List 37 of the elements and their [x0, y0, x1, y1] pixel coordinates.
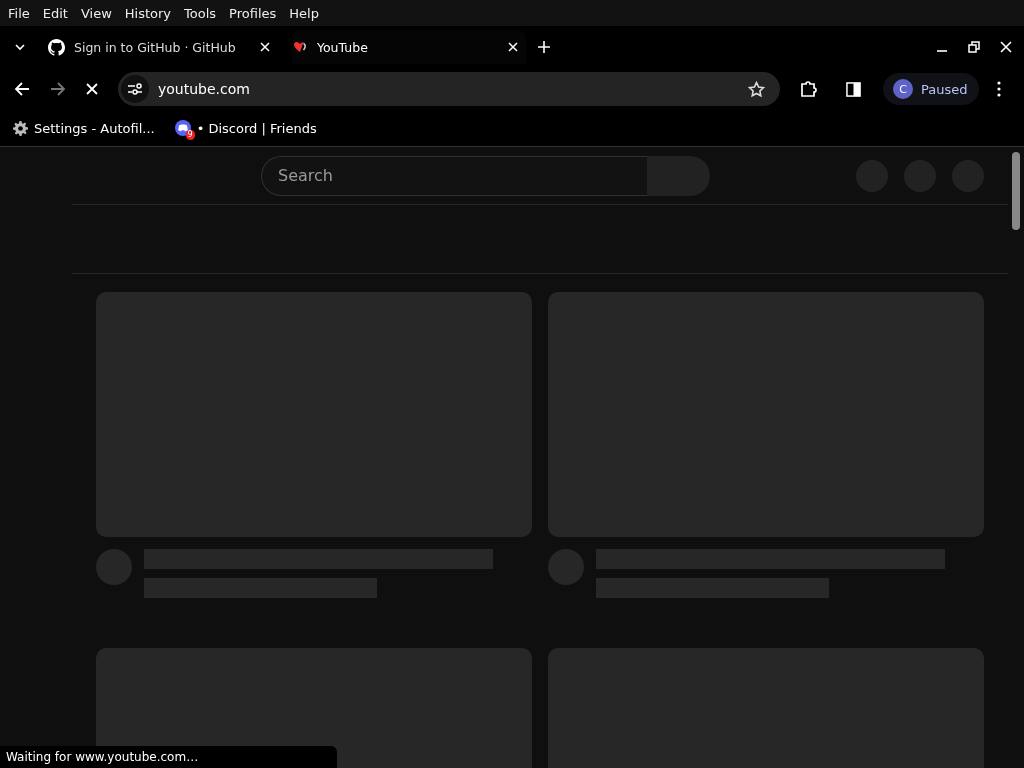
menu-item[interactable]: Tools	[184, 5, 217, 21]
menu-item[interactable]: Help	[289, 5, 319, 21]
close-icon[interactable]	[260, 42, 270, 52]
status-bubble: Waiting for www.youtube.com…	[0, 746, 337, 768]
avatar-placeholder	[96, 549, 132, 585]
bookmark[interactable]: Settings - Autofil...	[13, 120, 155, 136]
chevron-down-icon[interactable]	[14, 41, 26, 53]
star-icon[interactable]	[748, 80, 765, 98]
puzzle-icon[interactable]	[800, 80, 818, 98]
profile-button[interactable]: C Paused	[883, 73, 980, 105]
gear-icon	[13, 120, 28, 136]
close-icon[interactable]	[1000, 41, 1012, 53]
menu-item[interactable]: Edit	[42, 5, 68, 21]
notification-badge: 9	[185, 130, 195, 140]
scrollbar-thumb[interactable]	[1012, 152, 1020, 230]
back-arrow-icon[interactable]	[14, 81, 30, 97]
restore-icon[interactable]	[968, 41, 980, 53]
sliders-icon	[127, 81, 143, 97]
menu-item[interactable]: View	[80, 5, 112, 21]
address-bar[interactable]: youtube.com	[118, 72, 780, 106]
avatar-icon: C	[893, 79, 913, 99]
menu-item[interactable]: Profiles	[229, 5, 277, 21]
menu-icon[interactable]	[997, 81, 1002, 97]
close-icon[interactable]	[508, 42, 518, 52]
avatar-placeholder	[548, 549, 584, 585]
search-field[interactable]: Search	[261, 155, 647, 196]
side-panel-icon[interactable]	[846, 81, 861, 97]
browser-tab[interactable]: Sign in to GitHub · GitHub	[48, 30, 278, 64]
loading-heart-icon	[292, 39, 308, 55]
menu-item[interactable]: History	[124, 5, 172, 21]
octocat-icon	[48, 38, 65, 56]
stop-icon[interactable]	[86, 83, 98, 95]
site-info-button[interactable]	[121, 75, 149, 103]
menu-item[interactable]: File	[8, 5, 30, 21]
browser-tab[interactable]: YouTube	[292, 30, 526, 64]
plus-icon[interactable]	[538, 41, 550, 53]
forward-arrow-icon[interactable]	[50, 81, 66, 97]
